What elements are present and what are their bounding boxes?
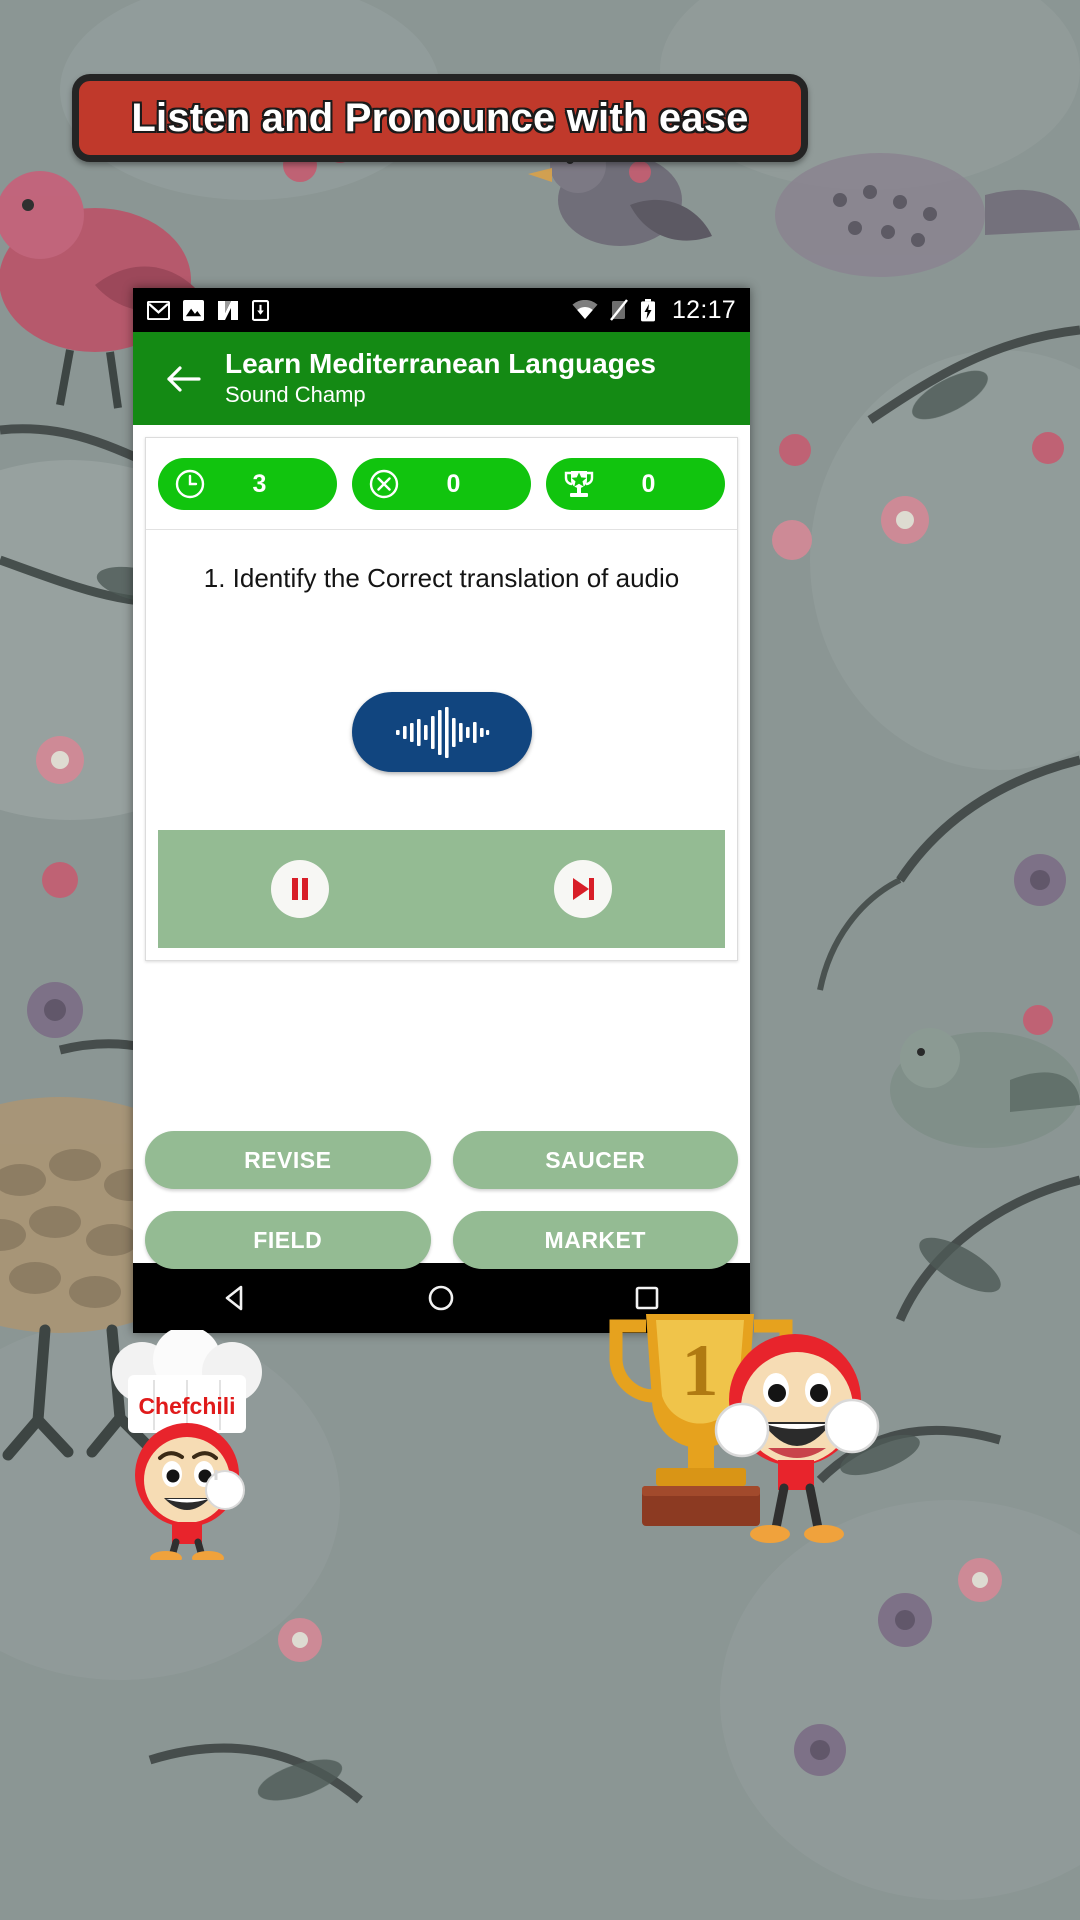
wifi-icon: [572, 300, 598, 319]
pause-button[interactable]: [271, 859, 329, 918]
back-arrow-glyph: [167, 365, 201, 392]
x-circle-icon: [368, 468, 400, 500]
stat-pill-wrong[interactable]: 0: [352, 458, 531, 510]
audio-waveform-icon: [395, 706, 489, 758]
download-icon: [252, 299, 269, 321]
chef-mascot: Chefchili: [112, 1330, 262, 1560]
play-audio-button[interactable]: [351, 691, 532, 772]
app-content: 3 0 0 1. Identify the Correct translatio…: [133, 425, 750, 1269]
gmail-icon: [147, 300, 170, 320]
stat-value-score: 0: [641, 469, 656, 498]
status-bar: 12:17: [133, 288, 750, 332]
photos-icon: [183, 299, 204, 321]
back-arrow-icon[interactable]: [155, 351, 211, 407]
clock-icon: [174, 468, 206, 500]
answer-button-4[interactable]: MARKET: [452, 1211, 738, 1269]
stat-pill-score[interactable]: 0: [546, 458, 725, 510]
playback-bar: [158, 829, 725, 948]
nav-home-glyph: [429, 1285, 454, 1311]
news-icon: [218, 300, 238, 320]
battery-charging-icon: [640, 298, 655, 321]
quiz-card: 3 0 0 1. Identify the Correct translatio…: [145, 437, 738, 961]
trophy-rank-number: 1: [682, 1330, 719, 1412]
nav-back-icon[interactable]: [201, 1263, 271, 1333]
stat-value-wrong: 0: [446, 469, 461, 498]
app-subtitle: Sound Champ: [225, 382, 366, 408]
answer-button-3[interactable]: FIELD: [145, 1211, 431, 1269]
stat-value-timer: 3: [252, 469, 267, 498]
app-bar: Learn Mediterranean Languages Sound Cham…: [133, 332, 750, 425]
phone-screenshot: 12:17 Learn Mediterranean Languages Soun…: [133, 288, 750, 1333]
trophy-icon: [562, 468, 596, 500]
pause-icon: [292, 877, 308, 900]
audio-area: [146, 596, 737, 830]
trophy-mascot: 1: [609, 1314, 880, 1543]
chef-hat-icon: Chefchili: [112, 1330, 262, 1433]
answers-grid: REVISE SAUCER FIELD MARKET: [145, 1131, 738, 1269]
status-bar-clock: 12:17: [671, 295, 736, 324]
nav-home-icon[interactable]: [406, 1263, 476, 1333]
chef-hat-label: Chefchili: [138, 1393, 235, 1419]
signal-off-icon: [610, 299, 628, 321]
answer-button-1[interactable]: REVISE: [145, 1131, 431, 1189]
question-text: 1. Identify the Correct translation of a…: [203, 563, 680, 593]
promo-banner-text: Listen and Pronounce with ease: [131, 95, 749, 140]
app-title: Learn Mediterranean Languages: [225, 348, 657, 380]
stats-row: 3 0 0: [146, 438, 737, 530]
status-bar-right-icons: 12:17: [572, 296, 736, 325]
app-bar-titles: Learn Mediterranean Languages Sound Cham…: [225, 348, 656, 409]
stat-pill-timer[interactable]: 3: [158, 458, 337, 510]
answer-button-2[interactable]: SAUCER: [452, 1131, 738, 1189]
skip-next-icon: [573, 877, 594, 900]
promo-banner: Listen and Pronounce with ease: [72, 74, 808, 162]
skip-next-button[interactable]: [554, 859, 612, 918]
nav-back-glyph: [225, 1285, 243, 1311]
status-bar-left-icons: [147, 299, 269, 321]
